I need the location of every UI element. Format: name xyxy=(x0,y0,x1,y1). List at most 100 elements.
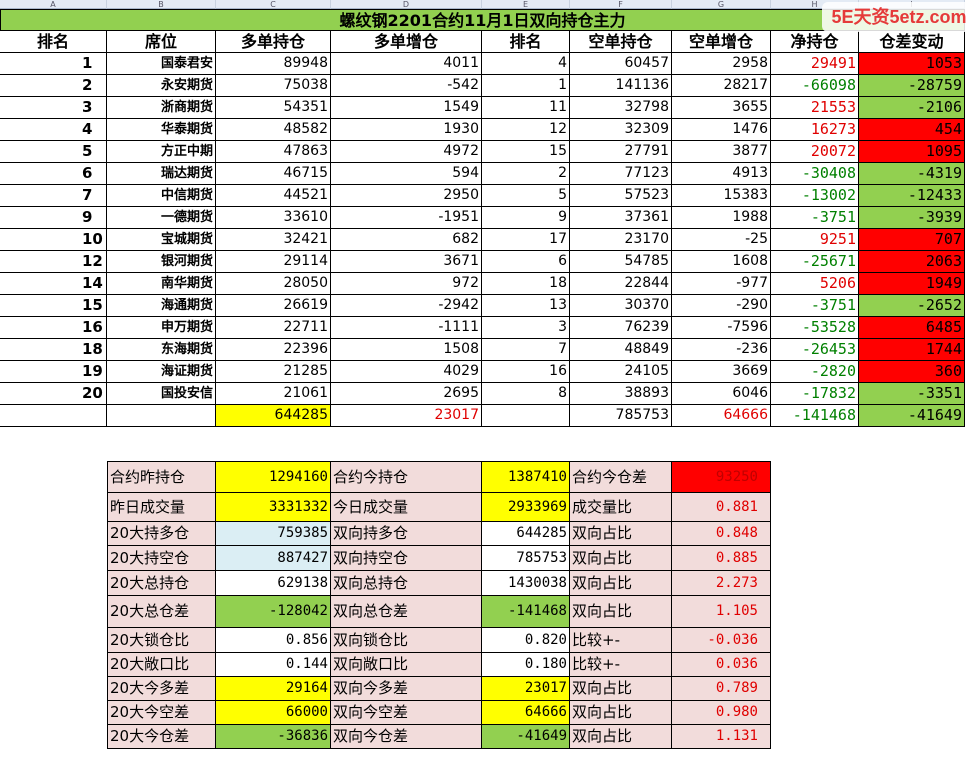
table-cell[interactable]: -3351 xyxy=(859,383,965,405)
header-cell[interactable]: 空单增仓 xyxy=(672,31,771,53)
table-cell[interactable]: -2106 xyxy=(859,97,965,119)
table-cell[interactable]: 3 xyxy=(0,97,107,119)
table-cell[interactable]: 28217 xyxy=(672,75,771,97)
summary-label[interactable]: 20大总持仓 xyxy=(107,571,216,596)
table-cell[interactable]: -66098 xyxy=(771,75,859,97)
table-cell[interactable]: 11 xyxy=(482,97,570,119)
table-cell[interactable]: 18 xyxy=(0,339,107,361)
summary-label[interactable]: 今日成交量 xyxy=(331,493,482,522)
table-cell[interactable]: 75038 xyxy=(216,75,331,97)
summary-value[interactable]: 93250 xyxy=(672,462,771,493)
table-cell[interactable]: 海通期货 xyxy=(107,295,216,317)
summary-value[interactable]: 0.848 xyxy=(672,522,771,546)
column-letter-E[interactable]: E xyxy=(482,0,570,9)
total-cell[interactable]: -141468 xyxy=(771,405,859,427)
table-cell[interactable]: -25 xyxy=(672,229,771,251)
summary-value[interactable]: 0.036 xyxy=(672,653,771,677)
table-cell[interactable]: 19 xyxy=(0,361,107,383)
table-cell[interactable]: 89948 xyxy=(216,53,331,75)
summary-value[interactable]: 1.131 xyxy=(672,725,771,749)
summary-label[interactable]: 20大今空差 xyxy=(107,701,216,725)
table-cell[interactable]: 77123 xyxy=(570,163,672,185)
table-cell[interactable]: -2942 xyxy=(331,295,482,317)
table-cell[interactable]: 2950 xyxy=(331,185,482,207)
sheet-title[interactable]: 螺纹钢2201合约11月1日双向持仓主力 xyxy=(0,9,965,31)
table-cell[interactable]: 360 xyxy=(859,361,965,383)
summary-label[interactable]: 双向今多差 xyxy=(331,677,482,701)
table-cell[interactable]: 东海期货 xyxy=(107,339,216,361)
table-cell[interactable]: 4011 xyxy=(331,53,482,75)
table-cell[interactable]: 9 xyxy=(0,207,107,229)
header-cell[interactable]: 空单持仓 xyxy=(570,31,672,53)
table-cell[interactable]: 44521 xyxy=(216,185,331,207)
table-cell[interactable]: -1951 xyxy=(331,207,482,229)
summary-value[interactable]: 0.881 xyxy=(672,493,771,522)
table-cell[interactable]: 27791 xyxy=(570,141,672,163)
table-cell[interactable]: 38893 xyxy=(570,383,672,405)
table-cell[interactable]: 22844 xyxy=(570,273,672,295)
table-cell[interactable]: 21285 xyxy=(216,361,331,383)
table-cell[interactable]: 4913 xyxy=(672,163,771,185)
table-cell[interactable]: -977 xyxy=(672,273,771,295)
summary-label[interactable]: 双向占比 xyxy=(570,571,672,596)
column-letter-B[interactable]: B xyxy=(107,0,216,9)
summary-value[interactable]: -36836 xyxy=(216,725,331,749)
summary-value[interactable]: -41649 xyxy=(482,725,570,749)
summary-value[interactable]: 0.144 xyxy=(216,653,331,677)
table-cell[interactable]: 29491 xyxy=(771,53,859,75)
table-cell[interactable]: 2 xyxy=(0,75,107,97)
header-cell[interactable]: 仓差变动 xyxy=(859,31,965,53)
table-cell[interactable]: 57523 xyxy=(570,185,672,207)
summary-label[interactable]: 20大总仓差 xyxy=(107,596,216,628)
total-cell[interactable]: 644285 xyxy=(216,405,331,427)
empty-cell[interactable] xyxy=(0,405,107,427)
table-cell[interactable]: 15 xyxy=(0,295,107,317)
table-cell[interactable]: 682 xyxy=(331,229,482,251)
summary-value[interactable]: 1294160 xyxy=(216,462,331,493)
table-cell[interactable]: 2958 xyxy=(672,53,771,75)
total-cell[interactable]: 785753 xyxy=(570,405,672,427)
table-cell[interactable]: 华泰期货 xyxy=(107,119,216,141)
table-cell[interactable]: 33610 xyxy=(216,207,331,229)
summary-label[interactable]: 双向持多仓 xyxy=(331,522,482,546)
table-cell[interactable]: 972 xyxy=(331,273,482,295)
empty-cell[interactable] xyxy=(107,405,216,427)
table-cell[interactable]: 1949 xyxy=(859,273,965,295)
table-cell[interactable]: 22396 xyxy=(216,339,331,361)
table-cell[interactable]: 5206 xyxy=(771,273,859,295)
table-cell[interactable]: -3751 xyxy=(771,295,859,317)
table-cell[interactable]: 国投安信 xyxy=(107,383,216,405)
table-cell[interactable]: -3939 xyxy=(859,207,965,229)
summary-value[interactable]: 759385 xyxy=(216,522,331,546)
table-cell[interactable]: 60457 xyxy=(570,53,672,75)
summary-label[interactable]: 双向今仓差 xyxy=(331,725,482,749)
table-cell[interactable]: -17832 xyxy=(771,383,859,405)
table-cell[interactable]: 707 xyxy=(859,229,965,251)
table-cell[interactable]: 26619 xyxy=(216,295,331,317)
header-cell[interactable]: 多单增仓 xyxy=(331,31,482,53)
summary-label[interactable]: 20大敞口比 xyxy=(107,653,216,677)
table-cell[interactable]: 一德期货 xyxy=(107,207,216,229)
table-cell[interactable]: 21553 xyxy=(771,97,859,119)
total-cell[interactable]: 64666 xyxy=(672,405,771,427)
table-cell[interactable]: 2695 xyxy=(331,383,482,405)
table-cell[interactable]: 18 xyxy=(482,273,570,295)
summary-label[interactable]: 双向敞口比 xyxy=(331,653,482,677)
table-cell[interactable]: 10 xyxy=(0,229,107,251)
table-cell[interactable]: -236 xyxy=(672,339,771,361)
table-cell[interactable]: 32309 xyxy=(570,119,672,141)
header-cell[interactable]: 多单持仓 xyxy=(216,31,331,53)
summary-value[interactable]: 3331332 xyxy=(216,493,331,522)
summary-label[interactable]: 20大持空仓 xyxy=(107,546,216,571)
table-cell[interactable]: 32421 xyxy=(216,229,331,251)
table-cell[interactable]: 54785 xyxy=(570,251,672,273)
table-cell[interactable]: 16 xyxy=(482,361,570,383)
summary-value[interactable]: 64666 xyxy=(482,701,570,725)
summary-label[interactable]: 双向总仓差 xyxy=(331,596,482,628)
table-cell[interactable]: 浙商期货 xyxy=(107,97,216,119)
header-cell[interactable]: 席位 xyxy=(107,31,216,53)
total-cell[interactable]: -41649 xyxy=(859,405,965,427)
table-cell[interactable]: -3751 xyxy=(771,207,859,229)
table-cell[interactable]: 4 xyxy=(482,53,570,75)
table-cell[interactable]: 28050 xyxy=(216,273,331,295)
